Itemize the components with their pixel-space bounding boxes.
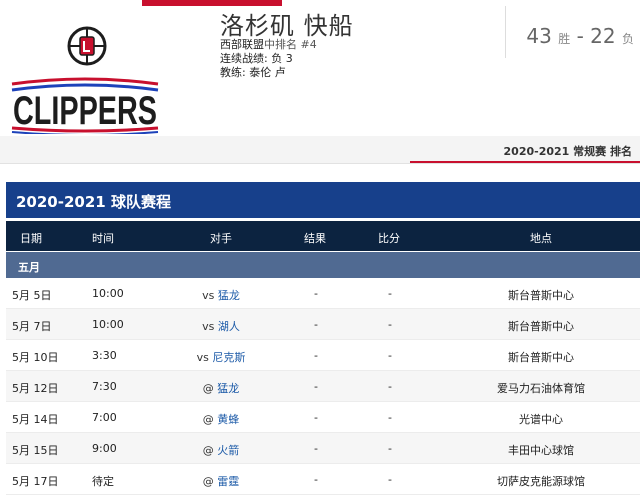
- losses-unit: 负: [621, 32, 634, 46]
- game-result: -: [314, 349, 318, 362]
- opponent-prefix: @: [202, 382, 214, 395]
- table-row: 5月 10日 3:30 vs 尼克斯 - - 斯台普斯中心: [6, 340, 640, 371]
- schedule-rows: 5月 5日 10:00 vs 猛龙 - - 斯台普斯中心 5月 7日 10:00…: [6, 278, 640, 495]
- game-date: 5月 12日: [12, 382, 59, 395]
- win-loss-record: 43 胜 - 22 负: [526, 24, 634, 48]
- conference-label: 西部联盟: [220, 38, 264, 51]
- standings-link[interactable]: 2020-2021 常规赛 排名: [504, 143, 632, 159]
- record-dash: -: [576, 24, 584, 48]
- game-time: 7:30: [92, 380, 117, 393]
- opponent-link[interactable]: 火箭: [217, 444, 239, 457]
- game-opponent: @ 猛龙: [186, 380, 256, 396]
- opponent-link[interactable]: 猛龙: [218, 289, 240, 302]
- game-venue: 丰田中心球馆: [508, 444, 574, 457]
- game-opponent: vs 尼克斯: [186, 349, 256, 365]
- game-result: -: [314, 380, 318, 393]
- game-venue: 切萨皮克能源球馆: [497, 475, 585, 488]
- opponent-prefix: @: [202, 413, 214, 426]
- streak: 连续战绩: 负 3: [220, 52, 317, 66]
- game-score: -: [388, 380, 392, 393]
- table-row: 5月 14日 7:00 @ 黄蜂 - - 光谱中心: [6, 402, 640, 433]
- table-row: 5月 5日 10:00 vs 猛龙 - - 斯台普斯中心: [6, 278, 640, 309]
- opponent-link[interactable]: 湖人: [218, 320, 240, 333]
- rank-text: 中排名 #4: [264, 38, 317, 51]
- opponent-prefix: vs: [202, 320, 215, 333]
- game-time: 7:00: [92, 411, 117, 424]
- conference-rank: 西部联盟中排名 #4: [220, 38, 317, 52]
- col-time: 时间: [92, 232, 114, 245]
- game-score: -: [388, 287, 392, 300]
- opponent-link[interactable]: 尼克斯: [212, 351, 245, 364]
- opponent-link[interactable]: 猛龙: [217, 382, 239, 395]
- standings-strip: 2020-2021 常规赛 排名: [0, 136, 640, 164]
- col-date: 日期: [20, 232, 42, 245]
- streak-label: 连续战绩:: [220, 52, 268, 65]
- record-box: 43 胜 - 22 负: [505, 6, 640, 58]
- game-opponent: @ 火箭: [186, 442, 256, 458]
- schedule-title: 2020-2021 球队赛程: [6, 182, 640, 218]
- game-score: -: [388, 349, 392, 362]
- game-score: -: [388, 318, 392, 331]
- coach-value: 泰伦 卢: [249, 66, 286, 79]
- standings-underline: [410, 161, 640, 163]
- game-venue: 爱马力石油体育馆: [497, 382, 585, 395]
- game-time: 3:30: [92, 349, 117, 362]
- wins-unit: 胜: [558, 32, 571, 46]
- game-opponent: vs 猛龙: [186, 287, 256, 303]
- opponent-link[interactable]: 黄蜂: [217, 413, 239, 426]
- game-score: -: [388, 411, 392, 424]
- game-time: 10:00: [92, 318, 124, 331]
- opponent-link[interactable]: 雷霆: [217, 475, 239, 488]
- game-date: 5月 15日: [12, 444, 59, 457]
- game-score: -: [388, 442, 392, 455]
- losses-value: 22: [590, 24, 616, 48]
- game-result: -: [314, 411, 318, 424]
- table-row: 5月 15日 9:00 @ 火箭 - - 丰田中心球馆: [6, 433, 640, 464]
- table-row: 5月 7日 10:00 vs 湖人 - - 斯台普斯中心: [6, 309, 640, 340]
- col-opponent: 对手: [210, 232, 232, 245]
- game-opponent: vs 湖人: [186, 318, 256, 334]
- opponent-prefix: @: [202, 444, 214, 457]
- game-result: -: [314, 318, 318, 331]
- table-row: 5月 17日 待定 @ 雷霆 - - 切萨皮克能源球馆: [6, 464, 640, 495]
- game-opponent: @ 黄蜂: [186, 411, 256, 427]
- coach-label: 教练:: [220, 66, 246, 79]
- clippers-logo: CLIPPERS: [10, 26, 160, 136]
- game-venue: 斯台普斯中心: [508, 351, 574, 364]
- month-group-header: 五月: [6, 252, 640, 278]
- game-venue: 斯台普斯中心: [508, 289, 574, 302]
- game-result: -: [314, 287, 318, 300]
- game-date: 5月 14日: [12, 413, 59, 426]
- table-row: 5月 12日 7:30 @ 猛龙 - - 爱马力石油体育馆: [6, 371, 640, 402]
- game-venue: 斯台普斯中心: [508, 320, 574, 333]
- game-date: 5月 17日: [12, 475, 59, 488]
- schedule-table-header: 日期 时间 对手 结果 比分 地点: [6, 221, 640, 251]
- team-name: 洛杉矶 快船: [220, 12, 354, 40]
- basketball-logo-icon: [67, 26, 107, 66]
- col-result: 结果: [304, 232, 326, 245]
- game-opponent: @ 雷霆: [186, 473, 256, 489]
- game-score: -: [388, 473, 392, 486]
- game-venue: 光谱中心: [519, 413, 563, 426]
- streak-value: 负 3: [271, 52, 293, 65]
- game-date: 5月 10日: [12, 351, 59, 364]
- game-date: 5月 5日: [12, 289, 52, 302]
- team-info: 西部联盟中排名 #4 连续战绩: 负 3 教练: 泰伦 卢: [220, 38, 317, 80]
- game-time: 待定: [92, 475, 114, 488]
- logo-wordmark-text: CLIPPERS: [13, 89, 157, 133]
- coach: 教练: 泰伦 卢: [220, 66, 317, 80]
- game-date: 5月 7日: [12, 320, 52, 333]
- col-score: 比分: [378, 232, 400, 245]
- game-time: 9:00: [92, 442, 117, 455]
- wins-value: 43: [526, 24, 552, 48]
- month-label: 五月: [18, 261, 40, 274]
- col-venue: 地点: [530, 232, 552, 245]
- opponent-prefix: @: [202, 475, 214, 488]
- game-result: -: [314, 442, 318, 455]
- game-result: -: [314, 473, 318, 486]
- opponent-prefix: vs: [202, 289, 215, 302]
- clippers-wordmark: CLIPPERS: [11, 77, 159, 134]
- game-time: 10:00: [92, 287, 124, 300]
- opponent-prefix: vs: [196, 351, 209, 364]
